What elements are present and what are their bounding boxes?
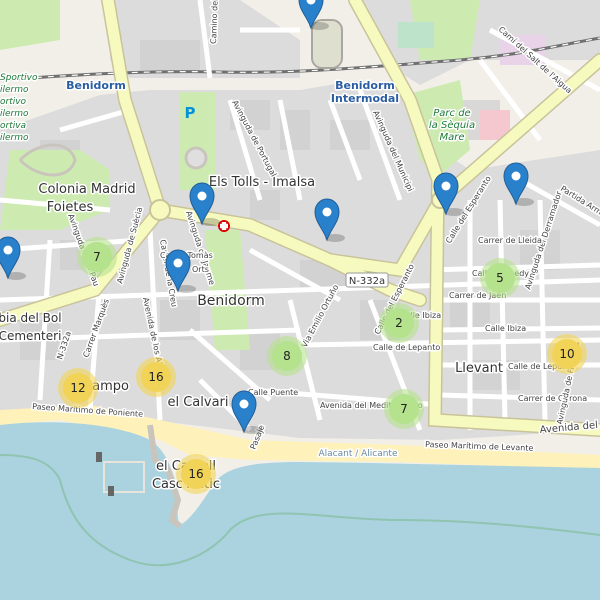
label-sportivo-5: ilermo (0, 133, 29, 143)
road-sign-label: N-332a (349, 276, 385, 287)
label-llevant: Llevant (455, 361, 503, 376)
label-colonia-2: Foietes (47, 200, 94, 215)
street-calle-puente: Calle Puente (248, 388, 298, 397)
marker-cluster[interactable]: 2 (379, 303, 419, 343)
cluster-count: 16 (148, 370, 163, 384)
label-bol-2: Cementeri (0, 329, 61, 343)
label-sportivo-1: ilermo (0, 85, 29, 95)
intermodal-building (398, 22, 434, 48)
cluster-count: 7 (93, 250, 101, 264)
cluster-count: 16 (188, 467, 203, 481)
label-sportivo-3: ilermo (0, 109, 29, 119)
road-sign-n332a: N-332a (345, 272, 389, 288)
marker-cluster[interactable]: 8 (267, 336, 307, 376)
cluster-count: 8 (283, 349, 291, 363)
label-calvari: el Calvari (167, 395, 228, 410)
plaza-circle (184, 146, 208, 170)
street-ortega: Orts (192, 265, 209, 274)
street-calle-ibiza-2: Calle Ibiza (485, 324, 526, 333)
cluster-count: 5 (496, 271, 504, 285)
label-intermodal-2: Intermodal (331, 92, 399, 105)
marker-cluster[interactable]: 7 (384, 389, 424, 429)
street-carrer-lleida: Carrer de Lleida (478, 236, 542, 245)
map-svg[interactable]: Benidorm Benidorm Intermodal Parc de la … (0, 0, 600, 600)
marker-cluster[interactable]: 10 (547, 334, 587, 374)
label-benidorm-station: Benidorm (66, 79, 126, 92)
label-sportivo-4: ortiva (0, 121, 26, 131)
cluster-count: 12 (70, 381, 85, 395)
marker-cluster[interactable]: 16 (176, 454, 216, 494)
street-calle-lepanto-1: Calle de Lepanto (373, 343, 440, 352)
label-parc-3: Mare (439, 132, 464, 143)
street-camino-del: Camino del (209, 0, 220, 44)
label-sportivo-0: Sportivo (0, 73, 38, 83)
marker-cluster[interactable]: 5 (480, 258, 520, 298)
label-intermodal-1: Benidorm (335, 79, 395, 92)
label-bol-1: bia del Bol (0, 311, 62, 325)
label-parc-2: la Sèquia (429, 119, 475, 131)
marker-cluster[interactable]: 7 (77, 237, 117, 277)
street-carrer-girona: Carrer de Gerona (518, 394, 587, 403)
cluster-count: 7 (400, 402, 408, 416)
label-parc-1: Parc de (433, 108, 470, 119)
map-canvas[interactable]: Benidorm Benidorm Intermodal Parc de la … (0, 0, 600, 600)
marker-cluster[interactable]: 12 (58, 368, 98, 408)
label-alacant: Alacant / Alicante (318, 449, 397, 459)
label-els-tolls: Els Tolls - Imalsa (209, 175, 315, 190)
label-sportivo-2: ortivo (0, 97, 27, 107)
cluster-count: 2 (395, 316, 403, 330)
marker-cluster[interactable]: 16 (136, 357, 176, 397)
cluster-count: 10 (559, 347, 574, 361)
roundabout-west (149, 199, 171, 221)
parking-icon: P (185, 104, 196, 122)
label-benidorm-center: Benidorm (197, 293, 265, 309)
label-colonia-1: Colonia Madrid (38, 182, 135, 197)
